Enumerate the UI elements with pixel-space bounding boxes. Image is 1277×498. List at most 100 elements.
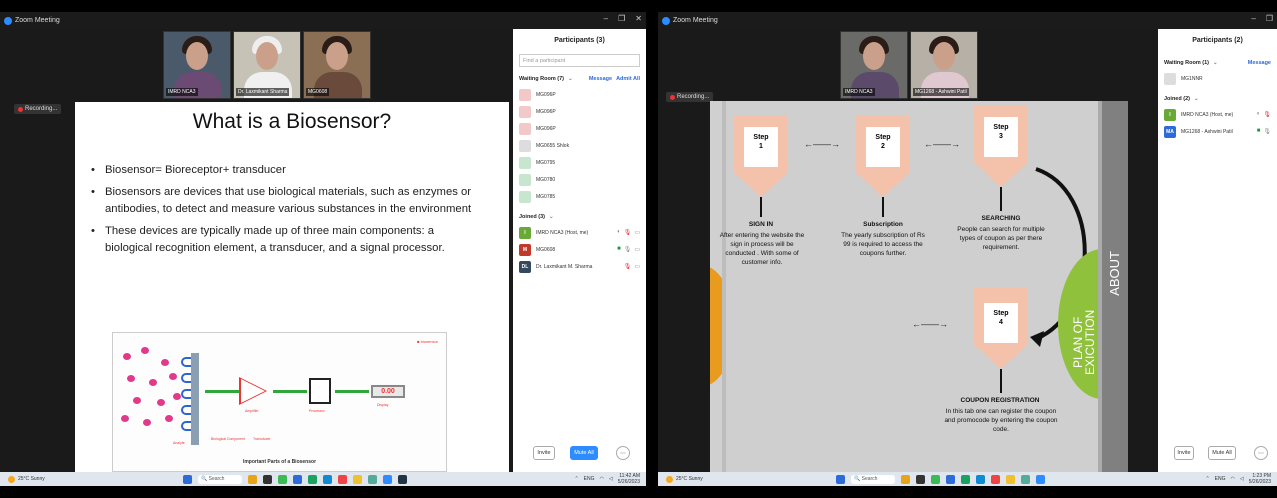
taskview-icon[interactable] xyxy=(263,474,272,484)
recording-indicator[interactable]: Recording... xyxy=(666,92,714,102)
message-link[interactable]: Message xyxy=(589,76,612,82)
video-on-icon[interactable]: ■ xyxy=(1257,128,1261,135)
mic-icon[interactable]: 🎙 xyxy=(624,246,632,253)
biosensor-diagram: ■ biosensor 0.00 Analyte Biological Comp… xyxy=(112,332,447,472)
app-icon[interactable] xyxy=(931,474,940,484)
invite-button[interactable]: Invite xyxy=(533,446,555,460)
volume-icon[interactable]: ◁ xyxy=(1240,476,1244,482)
app-icon[interactable] xyxy=(308,474,317,484)
video-on-icon[interactable]: ■ xyxy=(617,246,621,253)
list-item[interactable]: MG0780 xyxy=(519,171,640,188)
app-icon[interactable] xyxy=(338,474,347,484)
minimize-icon[interactable]: – xyxy=(1251,14,1255,23)
invite-button[interactable]: Invite xyxy=(1174,446,1194,460)
video-tile[interactable]: MG0608 xyxy=(303,31,371,99)
list-item[interactable]: DL Dr. Laxmikant M. Sharma 🎙 ▭ xyxy=(519,258,640,275)
app-icon[interactable] xyxy=(398,474,407,484)
taskview-icon[interactable] xyxy=(916,474,925,484)
more-icon[interactable]: ⋯ xyxy=(1254,446,1268,460)
list-item[interactable]: MG0785 xyxy=(519,188,640,205)
app-icon[interactable] xyxy=(991,474,1000,484)
chevron-down-icon[interactable]: ⌄ xyxy=(1213,60,1218,66)
close-icon[interactable]: ✕ xyxy=(635,14,642,23)
chevron-down-icon[interactable]: ⌄ xyxy=(568,76,573,82)
participants-panel: Participants (3) Find a participant Wait… xyxy=(513,29,646,472)
maximize-icon[interactable]: ❐ xyxy=(1266,14,1273,23)
chevron-up-icon[interactable]: ⌃ xyxy=(1205,476,1209,482)
video-off-icon[interactable]: ▭ xyxy=(634,246,640,253)
avatar: MA xyxy=(1164,125,1176,138)
wifi-icon[interactable]: ◠ xyxy=(1231,476,1235,482)
mute-all-button[interactable]: Mute All xyxy=(570,446,598,460)
weather-widget[interactable]: 25°C Sunny xyxy=(8,475,88,483)
message-link[interactable]: Message xyxy=(1248,60,1271,66)
record-icon xyxy=(670,94,675,100)
edge-icon[interactable] xyxy=(323,474,332,484)
window-title: Zoom Meeting xyxy=(15,17,60,24)
wifi-icon[interactable]: ◠ xyxy=(600,476,604,482)
video-off-icon[interactable]: ▭ xyxy=(634,229,640,236)
list-item[interactable]: MG096P xyxy=(519,120,640,137)
windows-icon[interactable] xyxy=(183,474,192,484)
list-item[interactable]: MG0655 Shlok xyxy=(519,137,640,154)
list-item[interactable]: I IMRD NCA3 (Host, me) ◐ 🎙 ▭ xyxy=(519,224,640,241)
list-item[interactable]: M MG0608 ■ 🎙 ▭ xyxy=(519,241,640,258)
more-icon[interactable]: ⋯ xyxy=(616,446,630,460)
tile-name: Dr. Laxmikant Sharma xyxy=(236,88,290,96)
volume-icon[interactable]: ◁ xyxy=(609,476,613,482)
zoom-icon[interactable] xyxy=(383,474,392,484)
avatar xyxy=(519,190,531,203)
slide-bullets: Biosensor= Bioreceptor+ transducer Biose… xyxy=(91,162,479,257)
diagram-caption: Important Parts of a Biosensor xyxy=(242,459,317,465)
avatar xyxy=(519,173,531,186)
video-off-icon[interactable]: ▭ xyxy=(634,263,640,270)
mic-off-icon[interactable]: 🎙 xyxy=(624,263,632,270)
app-icon[interactable] xyxy=(278,474,287,484)
video-tile[interactable]: IMRD NCA3 xyxy=(163,31,231,99)
search-box[interactable]: 🔍 Search xyxy=(198,474,242,484)
double-arrow-icon: ←——→ xyxy=(804,139,840,149)
maximize-icon[interactable]: ❐ xyxy=(618,14,625,23)
search-input[interactable]: Find a participant xyxy=(519,54,640,67)
zoom-icon[interactable] xyxy=(1036,474,1045,484)
app-icon[interactable] xyxy=(1021,474,1030,484)
list-item[interactable]: MG1NNR xyxy=(1164,70,1271,87)
video-tile[interactable]: IMRD NCA3 xyxy=(840,31,908,99)
widgets-icon[interactable] xyxy=(901,474,910,484)
video-tile[interactable]: Dr. Laxmikant Sharma xyxy=(233,31,301,99)
minimize-icon[interactable]: – xyxy=(604,14,608,23)
weather-widget[interactable]: 25°C Sunny xyxy=(666,475,746,483)
slide-body: Step 1 SIGN IN After entering the website… xyxy=(720,101,1108,484)
widgets-icon[interactable] xyxy=(248,474,257,484)
app-icon[interactable] xyxy=(293,474,302,484)
app-icon[interactable] xyxy=(368,474,377,484)
shared-slide: What is a Biosensor? Biosensor= Biorecep… xyxy=(75,102,509,484)
step-label: Step 2 xyxy=(875,134,891,150)
chevron-down-icon[interactable]: ⌄ xyxy=(549,214,554,220)
folder-icon[interactable] xyxy=(353,474,362,484)
recording-indicator[interactable]: Recording... xyxy=(14,104,62,114)
chevron-down-icon[interactable]: ⌄ xyxy=(1194,96,1199,102)
app-icon[interactable] xyxy=(961,474,970,484)
app-icon[interactable] xyxy=(946,474,955,484)
mic-off-icon[interactable]: 🎙 xyxy=(1263,111,1271,118)
list-item[interactable]: I IMRD NCA3 (Host, me) ◐ 🎙 xyxy=(1164,106,1271,123)
admit-all-link[interactable]: Admit All xyxy=(616,76,640,82)
chevron-up-icon[interactable]: ⌃ xyxy=(574,476,578,482)
list-item[interactable]: MG0795 xyxy=(519,154,640,171)
mute-all-button[interactable]: Mute All xyxy=(1208,446,1236,460)
avatar: M xyxy=(519,243,531,256)
video-strip: IMRD NCA3 MG1268 - Ashwini Patil xyxy=(840,31,978,99)
list-item[interactable]: MG096P xyxy=(519,103,640,120)
search-box[interactable]: 🔍 Search xyxy=(851,474,895,484)
mic-icon[interactable]: 🎙 xyxy=(1263,128,1271,135)
folder-icon[interactable] xyxy=(1006,474,1015,484)
windows-icon[interactable] xyxy=(836,474,845,484)
edge-icon[interactable] xyxy=(976,474,985,484)
mic-off-icon[interactable]: 🎙 xyxy=(624,229,632,236)
list-item[interactable]: MA MG1268 - Ashwini Patil ■ 🎙 xyxy=(1164,123,1271,140)
avatar: I xyxy=(1164,108,1176,121)
video-tile[interactable]: MG1268 - Ashwini Patil xyxy=(910,31,978,99)
title-bar: Zoom Meeting – ❐ ✕ xyxy=(0,12,646,29)
list-item[interactable]: MG096P xyxy=(519,86,640,103)
